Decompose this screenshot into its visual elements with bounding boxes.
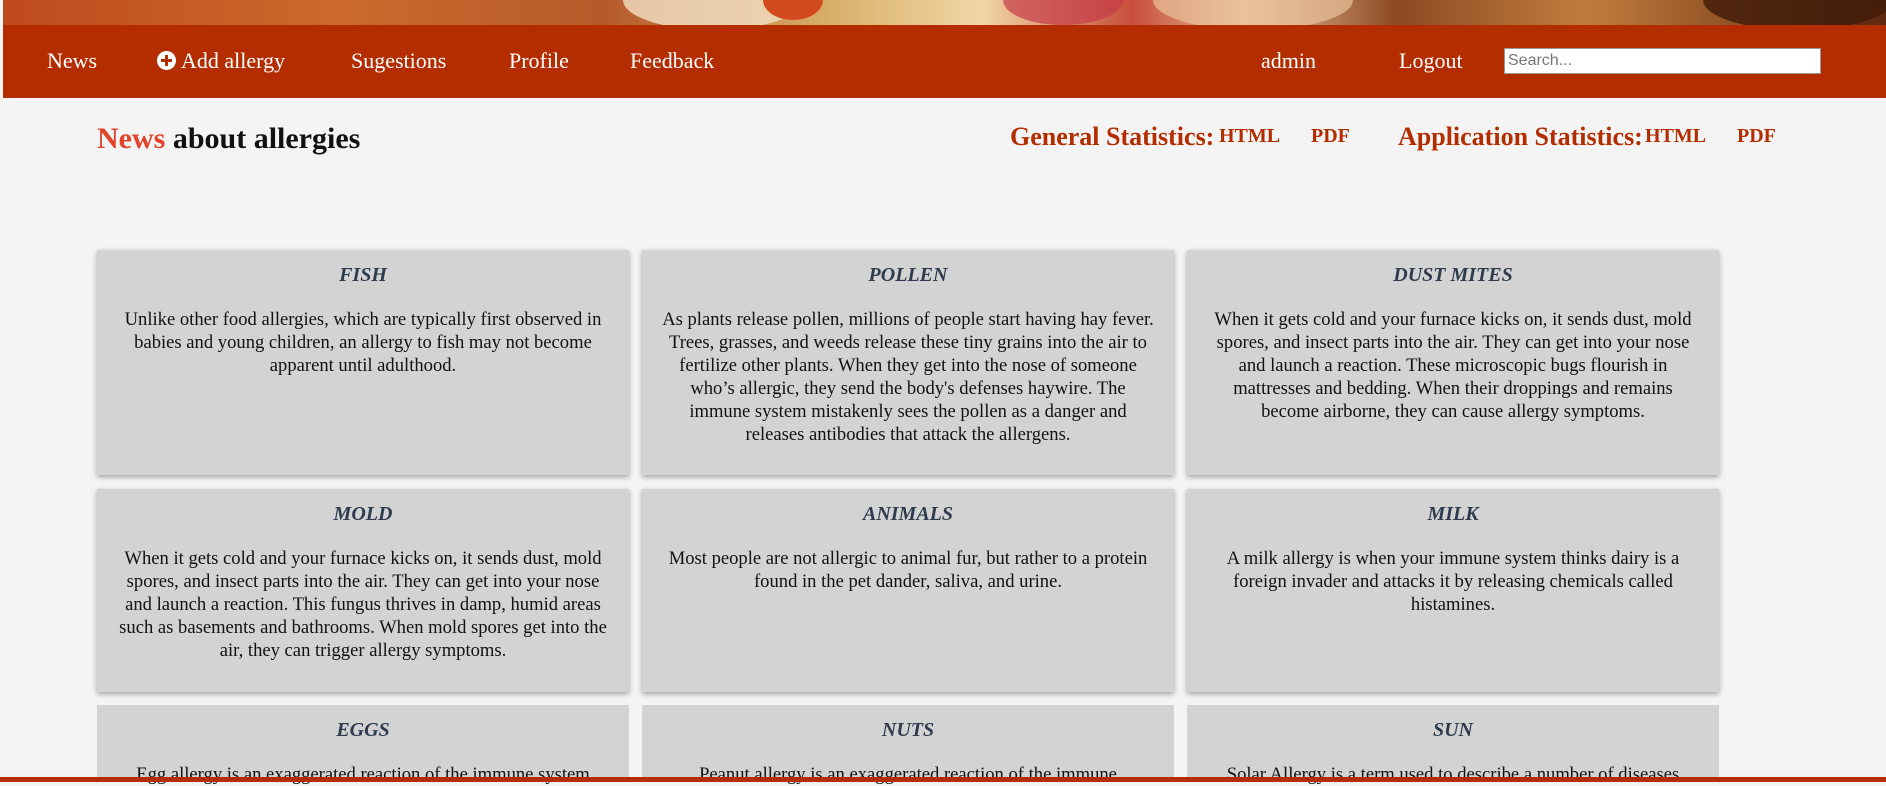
card-title: POLLEN [868,264,948,286]
nav-feedback-link[interactable]: Feedback [630,47,714,75]
general-statistics-label: General Statistics: [1010,122,1215,151]
page-title: News about allergies [97,120,360,158]
allergy-card-pollen[interactable]: POLLEN As plants release pollen, million… [642,250,1174,475]
allergy-card-nuts[interactable]: NUTS Peanut allergy is an exaggerated re… [642,705,1174,785]
allergy-card-mold[interactable]: MOLD When it gets cold and your furnace … [97,489,629,692]
card-text: Unlike other food allergies, which are t… [124,309,602,376]
card-title: MILK [1427,503,1479,525]
card-title: EGGS [336,719,390,741]
nav-profile-link[interactable]: Profile [509,47,569,75]
card-title: MOLD [333,503,393,525]
allergy-card-animals[interactable]: ANIMALS Most people are not allergic to … [642,489,1174,692]
nav-user-link[interactable]: admin [1261,47,1316,75]
card-title: ANIMALS [862,503,954,525]
card-text: Solar Allergy is a term used to describe… [1226,764,1680,785]
card-title: DUST MITES [1393,264,1513,286]
card-text: Most people are not allergic to animal f… [668,548,1148,592]
card-text: Peanut allergy is an exaggerated reactio… [699,764,1117,785]
allergy-card-milk[interactable]: MILK A milk allergy is when your immune … [1187,489,1719,692]
allergy-card-eggs[interactable]: EGGS Egg allergy is an exaggerated react… [97,705,629,785]
page-title-accent: News [97,122,166,155]
nav-add-allergy-label: Add allergy [181,48,286,73]
page-title-rest: about allergies [172,122,361,155]
card-text: When it gets cold and your furnace kicks… [119,548,607,661]
card-title: FISH [339,264,387,286]
card-text: A milk allergy is when your immune syste… [1226,548,1680,615]
card-title: SUN [1432,719,1473,741]
card-text: As plants release pollen, millions of pe… [662,309,1154,445]
search-input[interactable] [1504,48,1821,74]
nav-logout-link[interactable]: Logout [1399,47,1463,75]
plus-circle-icon [157,51,176,70]
card-text: Egg allergy is an exaggerated reaction o… [136,764,590,785]
footer-bar [0,777,1886,782]
nav-news-link[interactable]: News [47,47,97,75]
application-statistics-pdf-link[interactable]: PDF [1737,124,1776,148]
header-banner-image [3,0,1886,25]
application-statistics-html-link[interactable]: HTML [1645,124,1706,148]
application-statistics-label: Application Statistics: [1398,122,1643,151]
allergy-card-sun[interactable]: SUN Solar Allergy is a term used to desc… [1187,705,1719,785]
allergy-card-dust-mites[interactable]: DUST MITES When it gets cold and your fu… [1187,250,1719,475]
general-statistics-pdf-link[interactable]: PDF [1311,124,1350,148]
general-statistics-html-link[interactable]: HTML [1219,124,1280,148]
allergy-card-fish[interactable]: FISH Unlike other food allergies, which … [97,250,629,475]
card-text: When it gets cold and your furnace kicks… [1214,309,1692,422]
nav-suggestions-link[interactable]: Sugestions [351,47,446,75]
nav-add-allergy-link[interactable]: Add allergy [157,47,285,75]
card-title: NUTS [881,719,935,741]
